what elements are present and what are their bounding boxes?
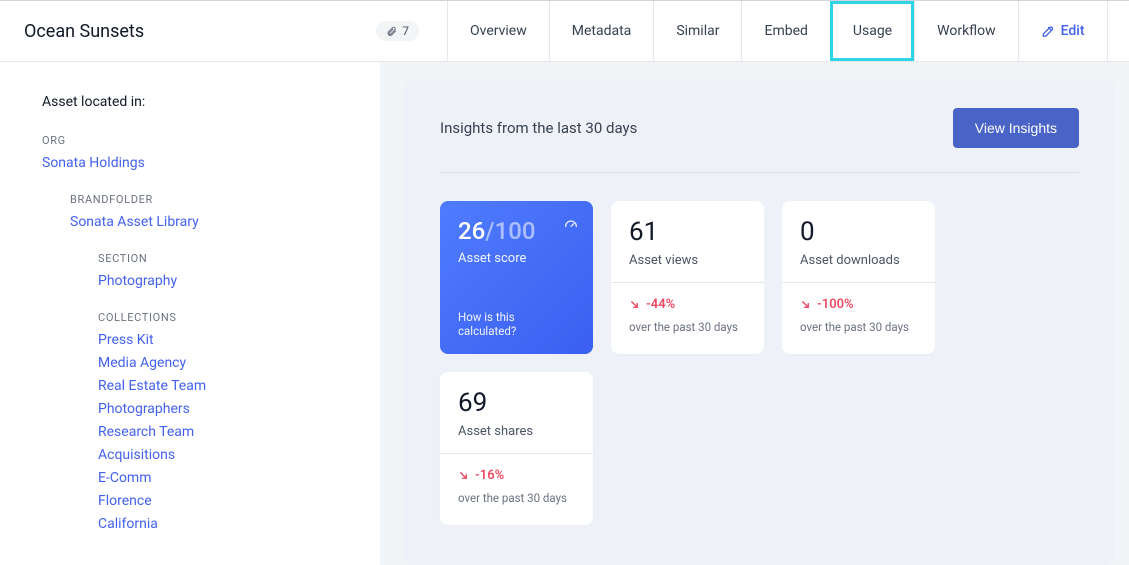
metric-sub: over the past 30 days (629, 320, 746, 334)
collection-link[interactable]: Press Kit (98, 332, 380, 348)
metric-sub: over the past 30 days (800, 320, 917, 334)
asset-shares-card: 69 Asset shares -16% over the past 30 da… (440, 372, 593, 525)
cards: 26/100 Asset score How is this calculate… (440, 201, 1079, 525)
tab-similar[interactable]: Similar (653, 1, 741, 61)
metric-delta: -16% (458, 468, 504, 483)
tab-workflow[interactable]: Workflow (914, 1, 1018, 61)
tab-embed[interactable]: Embed (741, 1, 829, 61)
trend-down-icon (458, 470, 469, 481)
collection-link[interactable]: Real Estate Team (98, 378, 380, 394)
collection-link[interactable]: Media Agency (98, 355, 380, 371)
collection-link[interactable]: California (98, 516, 380, 532)
collections-label: COLLECTIONS (98, 311, 380, 324)
tab-usage[interactable]: Usage (830, 1, 914, 61)
org-label: ORG (42, 134, 380, 147)
header: Ocean Sunsets 7 Overview Metadata Simila… (0, 1, 1129, 62)
collection-link[interactable]: Photographers (98, 401, 380, 417)
attachments-count: 7 (402, 24, 409, 38)
metric-value: 0 (800, 217, 917, 247)
metric-value: 61 (629, 217, 746, 247)
metric-label: Asset shares (458, 424, 575, 439)
metric-sub: over the past 30 days (458, 491, 575, 505)
asset-title: Ocean Sunsets (24, 21, 144, 42)
metric-label: Asset downloads (800, 253, 917, 268)
view-insights-button[interactable]: View Insights (953, 108, 1079, 148)
asset-score-card[interactable]: 26/100 Asset score How is this calculate… (440, 201, 593, 354)
header-left: Ocean Sunsets 7 (0, 1, 447, 61)
collection-link[interactable]: Acquisitions (98, 447, 380, 463)
asset-downloads-card: 0 Asset downloads -100% over the past 30… (782, 201, 935, 354)
metric-delta: -44% (629, 297, 675, 312)
score-help-link[interactable]: How is this calculated? (458, 310, 575, 338)
metric-label: Asset views (629, 253, 746, 268)
paperclip-icon (386, 26, 397, 37)
collection-link[interactable]: Florence (98, 493, 380, 509)
collection-link[interactable]: Research Team (98, 424, 380, 440)
attachments-pill[interactable]: 7 (376, 21, 419, 41)
score-denom: /100 (485, 217, 535, 245)
insights-panel: Insights from the last 30 days View Insi… (404, 80, 1115, 565)
gauge-icon (563, 217, 579, 237)
score-value: 26 (458, 217, 485, 245)
sidebar: Asset located in: ORG Sonata Holdings BR… (0, 62, 380, 565)
trend-down-icon (629, 299, 640, 310)
edit-icon (1041, 24, 1055, 38)
section-link[interactable]: Photography (98, 273, 380, 289)
close-button[interactable] (1107, 1, 1129, 61)
org-link[interactable]: Sonata Holdings (42, 155, 380, 171)
asset-views-card: 61 Asset views -44% over the past 30 day… (611, 201, 764, 354)
brandfolder-link[interactable]: Sonata Asset Library (70, 214, 380, 230)
score-label: Asset score (458, 251, 575, 266)
tab-overview[interactable]: Overview (447, 1, 549, 61)
metric-value: 69 (458, 388, 575, 418)
section-label: SECTION (98, 252, 380, 265)
sidebar-title: Asset located in: (42, 94, 380, 110)
main: Insights from the last 30 days View Insi… (380, 62, 1129, 565)
edit-button[interactable]: Edit (1018, 1, 1107, 61)
metric-delta: -100% (800, 297, 854, 312)
tab-metadata[interactable]: Metadata (549, 1, 654, 61)
insights-title: Insights from the last 30 days (440, 119, 637, 137)
trend-down-icon (800, 299, 811, 310)
tabs: Overview Metadata Similar Embed Usage Wo… (447, 1, 1129, 61)
collection-link[interactable]: E-Comm (98, 470, 380, 486)
brandfolder-label: BRANDFOLDER (70, 193, 380, 206)
